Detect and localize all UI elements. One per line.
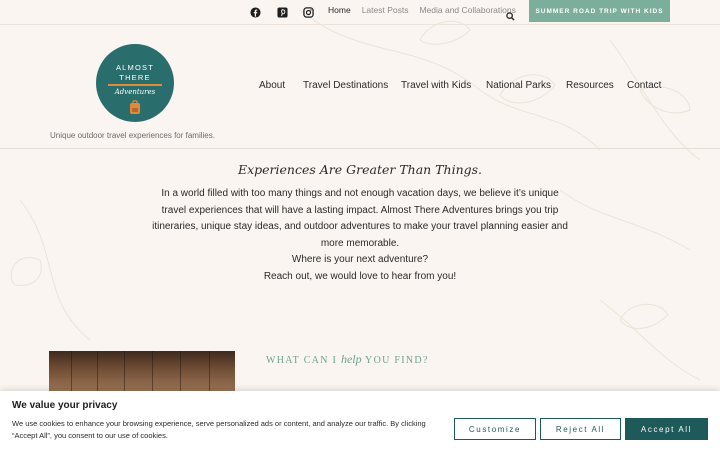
intro-text: In a world filled with too many things a… [150, 186, 570, 285]
backpack-icon [130, 100, 140, 114]
intro-line: more memorable. [320, 237, 400, 249]
wood-ceiling-photo[interactable] [49, 351, 235, 391]
help-script: help [340, 352, 362, 366]
intro-line: Where is your next adventure? [291, 254, 429, 265]
photo-plank [180, 351, 181, 391]
photo-plank [152, 351, 153, 391]
instagram-icon[interactable] [302, 6, 314, 18]
intro-line: In a world filled with too many things a… [161, 188, 559, 199]
site-logo[interactable]: ALMOST THERE Adventures [96, 44, 174, 122]
logo-line3: Adventures [114, 88, 156, 96]
intro-line: itineraries, unique stay ideas, and outd… [152, 221, 568, 232]
cookie-text: We use cookies to enhance your browsing … [12, 419, 426, 440]
search-icon[interactable] [506, 6, 516, 21]
customize-button[interactable]: Customize [454, 418, 536, 440]
toplink-home[interactable]: Home [328, 5, 351, 15]
toplink-latest-posts[interactable]: Latest Posts [362, 5, 409, 15]
nav-national-parks[interactable]: National Parks [486, 80, 551, 91]
help-after: YOU FIND? [361, 355, 429, 366]
photo-plank [97, 351, 98, 391]
summer-road-trip-button[interactable]: SUMMER ROAD TRIP WITH KIDS [529, 0, 670, 22]
nav-about[interactable]: About [259, 80, 285, 91]
nav-travel-destinations[interactable]: Travel Destinations [303, 80, 388, 91]
help-heading: WHAT CAN I help YOU FIND? [266, 352, 429, 367]
intro-headline: Experiences Are Greater Than Things. [237, 162, 483, 177]
logo-rule [108, 84, 162, 86]
photo-plank [209, 351, 210, 391]
top-links: Home Latest Posts Media and Collaboratio… [328, 5, 516, 15]
top-bar: Home Latest Posts Media and Collaboratio… [0, 0, 720, 25]
nav-contact[interactable]: Contact [627, 80, 661, 91]
cookie-title: We value your privacy [12, 400, 118, 411]
cookie-banner: We value your privacy We use cookies to … [0, 391, 720, 450]
reject-all-button[interactable]: Reject All [540, 418, 621, 440]
photo-plank [71, 351, 72, 391]
intro-line: Reach out, we would love to hear from yo… [263, 270, 457, 282]
nav-travel-with-kids[interactable]: Travel with Kids [401, 80, 471, 91]
pinterest-icon[interactable] [276, 6, 288, 18]
intro-line: travel experiences that will have a last… [161, 204, 559, 216]
header-divider [0, 148, 720, 149]
photo-plank [124, 351, 125, 391]
accept-all-button[interactable]: Accept All [625, 418, 708, 440]
help-before: WHAT CAN I [266, 355, 341, 366]
nav-resources[interactable]: Resources [566, 80, 614, 91]
logo-line2: THERE [119, 73, 151, 82]
toplink-media-collaborations[interactable]: Media and Collaborations [419, 5, 515, 15]
site-tagline: Unique outdoor travel experiences for fa… [50, 131, 215, 140]
logo-line1: ALMOST [115, 63, 155, 72]
facebook-icon[interactable] [249, 6, 261, 18]
